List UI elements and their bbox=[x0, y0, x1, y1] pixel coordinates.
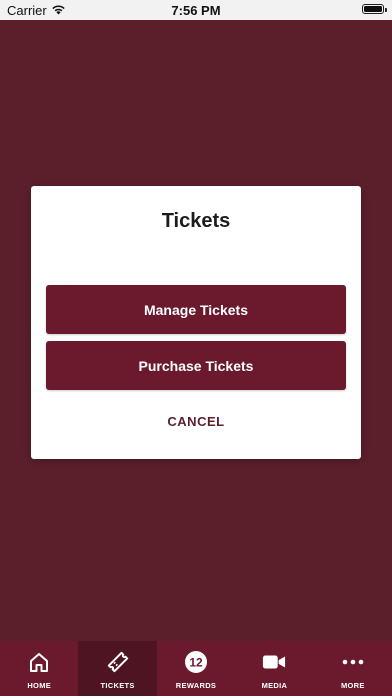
tab-media-label: MEDIA bbox=[261, 681, 288, 690]
tab-bar: HOME TICKETS 12 REWARDS MEDIA MORE bbox=[0, 641, 392, 696]
manage-tickets-button[interactable]: Manage Tickets bbox=[46, 285, 346, 334]
tab-tickets-label: TICKETS bbox=[100, 681, 135, 690]
home-icon bbox=[27, 650, 51, 674]
tab-home-label: HOME bbox=[27, 681, 52, 690]
tab-media[interactable]: MEDIA bbox=[235, 641, 313, 696]
video-camera-icon bbox=[262, 650, 286, 674]
ticket-icon bbox=[106, 650, 130, 674]
tickets-dialog: Tickets Manage Tickets Purchase Tickets … bbox=[31, 186, 361, 459]
tab-rewards-label: REWARDS bbox=[175, 681, 217, 690]
more-dots-icon bbox=[341, 650, 365, 674]
purchase-tickets-button[interactable]: Purchase Tickets bbox=[46, 341, 346, 390]
rewards-12-icon: 12 bbox=[184, 650, 208, 674]
tab-more-label: MORE bbox=[340, 681, 365, 690]
status-bar: Carrier 7:56 PM bbox=[0, 0, 392, 20]
dialog-title: Tickets bbox=[161, 210, 231, 232]
tab-more[interactable]: MORE bbox=[314, 641, 392, 696]
tab-tickets[interactable]: TICKETS bbox=[78, 641, 157, 696]
status-time: 7:56 PM bbox=[171, 3, 221, 18]
tab-rewards[interactable]: 12 REWARDS bbox=[157, 641, 235, 696]
tab-home[interactable]: HOME bbox=[0, 641, 78, 696]
cancel-button[interactable]: CANCEL bbox=[31, 414, 361, 429]
svg-text:12: 12 bbox=[189, 656, 203, 670]
battery-icon bbox=[362, 4, 387, 14]
